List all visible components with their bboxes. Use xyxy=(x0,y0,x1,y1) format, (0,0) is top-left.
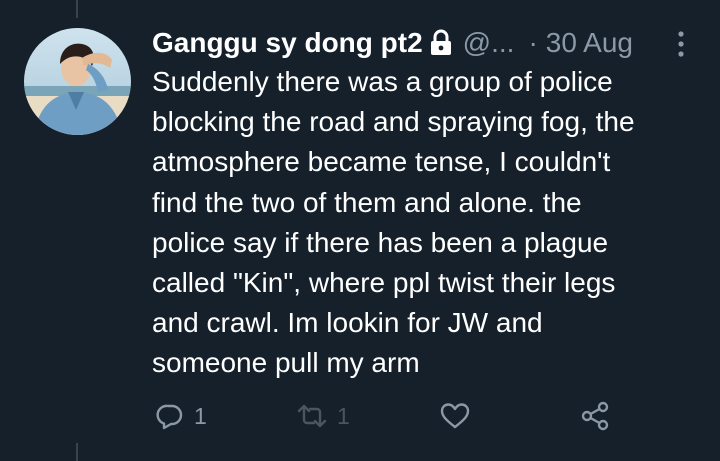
tweet-text: Suddenly there was a group of police blo… xyxy=(152,66,635,379)
reply-icon xyxy=(156,404,183,430)
tweet-actions: 1 1 xyxy=(152,398,632,434)
tweet-date[interactable]: 30 Aug xyxy=(546,26,633,60)
share-button[interactable] xyxy=(580,398,610,434)
retweet-icon xyxy=(297,404,327,428)
user-handle[interactable]: @... xyxy=(463,26,515,60)
lock-icon xyxy=(430,29,451,55)
like-button[interactable] xyxy=(440,398,480,434)
more-options-icon[interactable] xyxy=(676,30,686,58)
display-name[interactable]: Ganggu sy dong pt2 xyxy=(152,26,423,60)
tweet-header: Ganggu sy dong pt2 @... · 30 Aug xyxy=(152,26,692,60)
like-icon xyxy=(440,403,470,429)
avatar[interactable] xyxy=(24,28,131,135)
share-icon xyxy=(581,401,609,431)
retweet-button[interactable]: 1 xyxy=(297,398,350,434)
avatar-image xyxy=(24,28,131,135)
separator-dot: · xyxy=(528,27,538,58)
thread-line-top xyxy=(76,0,78,18)
reply-count: 1 xyxy=(194,402,207,429)
reply-button[interactable]: 1 xyxy=(156,398,207,434)
thread-line-bottom xyxy=(76,443,78,461)
retweet-count: 1 xyxy=(337,402,350,429)
